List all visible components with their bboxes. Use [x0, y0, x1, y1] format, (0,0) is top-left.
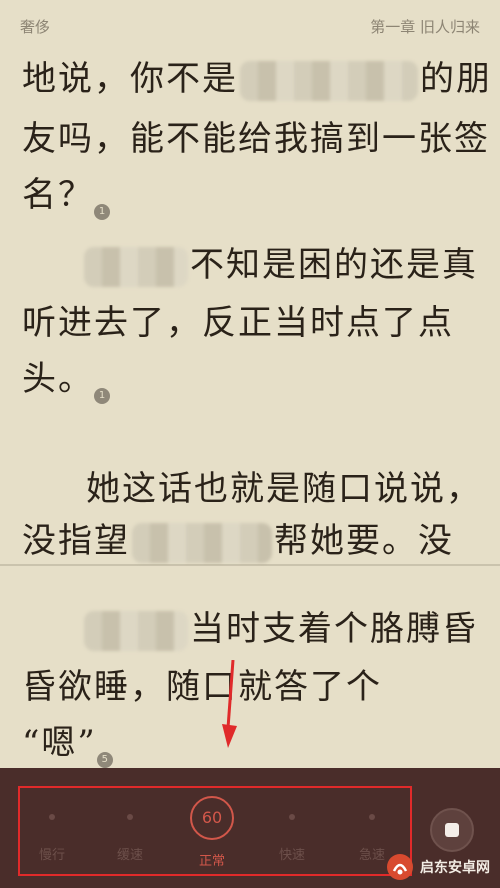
speed-value-ring: 60: [190, 796, 234, 840]
speed-option-normal[interactable]: 60 正常: [172, 788, 252, 876]
stop-icon: [445, 823, 459, 837]
reading-area[interactable]: 地说，你不是 的朋 友吗，能不能给我搞到一张签 名？ 1 不知是困的还是真 听进去了…: [0, 52, 500, 768]
next-line-peek: 10: [22, 552, 482, 578]
comment-count-badge[interactable]: 1: [94, 388, 110, 404]
speed-option-gentle[interactable]: 缓速: [90, 788, 170, 876]
speed-option-slow[interactable]: 慢行: [12, 788, 92, 876]
text-line: 地说，你不是 的朋: [22, 59, 492, 101]
tts-control-bar: 慢行 缓速 60 正常 快速 急速 启东安卓网: [0, 768, 500, 888]
text-line: 当时支着个胳膊昏: [22, 604, 482, 654]
text-line: 她这话也就是随口说说，: [86, 469, 482, 509]
text-line: “嗯” 5: [22, 718, 482, 768]
text-line: 昏欲睡，随口就答了个: [22, 667, 382, 707]
watermark-logo-icon: [387, 854, 413, 880]
speed-dot-icon: [289, 814, 295, 820]
comment-count-badge[interactable]: 5: [96, 752, 113, 768]
stop-button[interactable]: [430, 808, 474, 852]
text-line: 名？ 1: [22, 170, 482, 220]
book-title: 奢侈: [20, 18, 51, 36]
speed-dot-icon: [369, 814, 375, 820]
site-watermark: 启东安卓网: [386, 852, 490, 882]
speed-dot-icon: [127, 814, 133, 820]
text-line: 头。 1: [22, 354, 482, 404]
reader-header: 奢侈 第一章 旧人归来: [0, 0, 500, 52]
redacted-name: [240, 61, 418, 101]
red-arrow-annotation: [222, 660, 237, 748]
redacted-name: [84, 247, 188, 287]
text-line: 不知是困的还是真: [22, 240, 482, 290]
text-line: 听进去了，反正当时点了点: [22, 303, 454, 343]
text-line: 友吗，能不能给我搞到一张签: [22, 119, 490, 159]
comment-count-badge[interactable]: 1: [94, 204, 110, 220]
speed-selector: 慢行 缓速 60 正常 快速 急速: [18, 786, 412, 876]
chapter-title: 第一章 旧人归来: [370, 18, 480, 36]
speed-dot-icon: [49, 814, 55, 820]
speed-option-fast[interactable]: 快速: [252, 788, 332, 876]
redacted-name: [84, 611, 188, 651]
